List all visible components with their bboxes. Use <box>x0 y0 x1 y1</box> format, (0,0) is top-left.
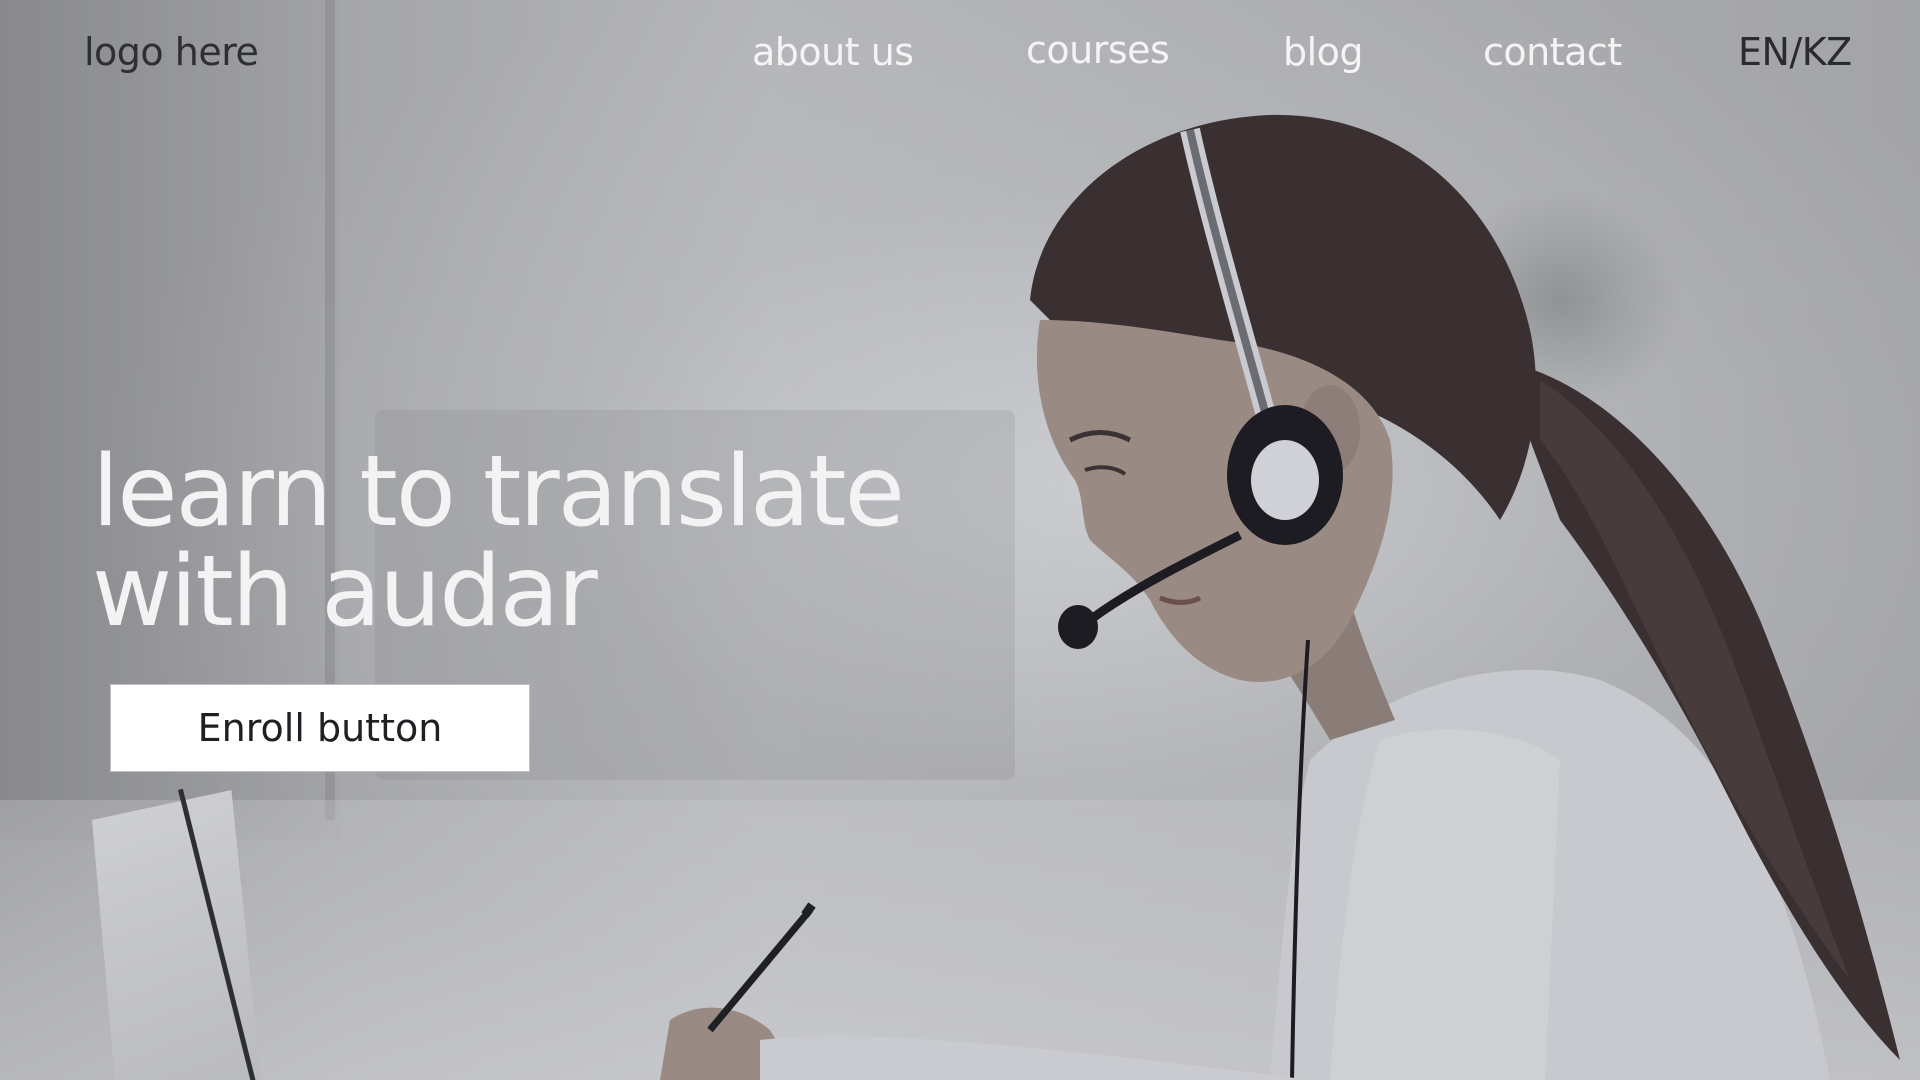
hero-headline: learn to translate with audar <box>92 435 905 649</box>
nav-link-courses[interactable]: courses <box>1026 28 1170 72</box>
background-desk <box>0 800 1920 1080</box>
language-switcher[interactable]: EN/KZ <box>1738 30 1852 74</box>
background-plant <box>1440 190 1680 410</box>
enroll-button[interactable]: Enroll button <box>110 684 530 772</box>
nav-link-contact[interactable]: contact <box>1483 30 1622 74</box>
hero-section: logo here about us courses blog contact … <box>0 0 1920 1080</box>
nav-link-about-us[interactable]: about us <box>752 30 914 74</box>
hero-headline-line-1: learn to translate <box>92 435 905 549</box>
hero-headline-line-2: with audar <box>92 535 598 649</box>
logo-placeholder[interactable]: logo here <box>84 30 259 74</box>
top-navigation: logo here about us courses blog contact … <box>0 0 1920 110</box>
nav-link-blog[interactable]: blog <box>1283 30 1364 74</box>
